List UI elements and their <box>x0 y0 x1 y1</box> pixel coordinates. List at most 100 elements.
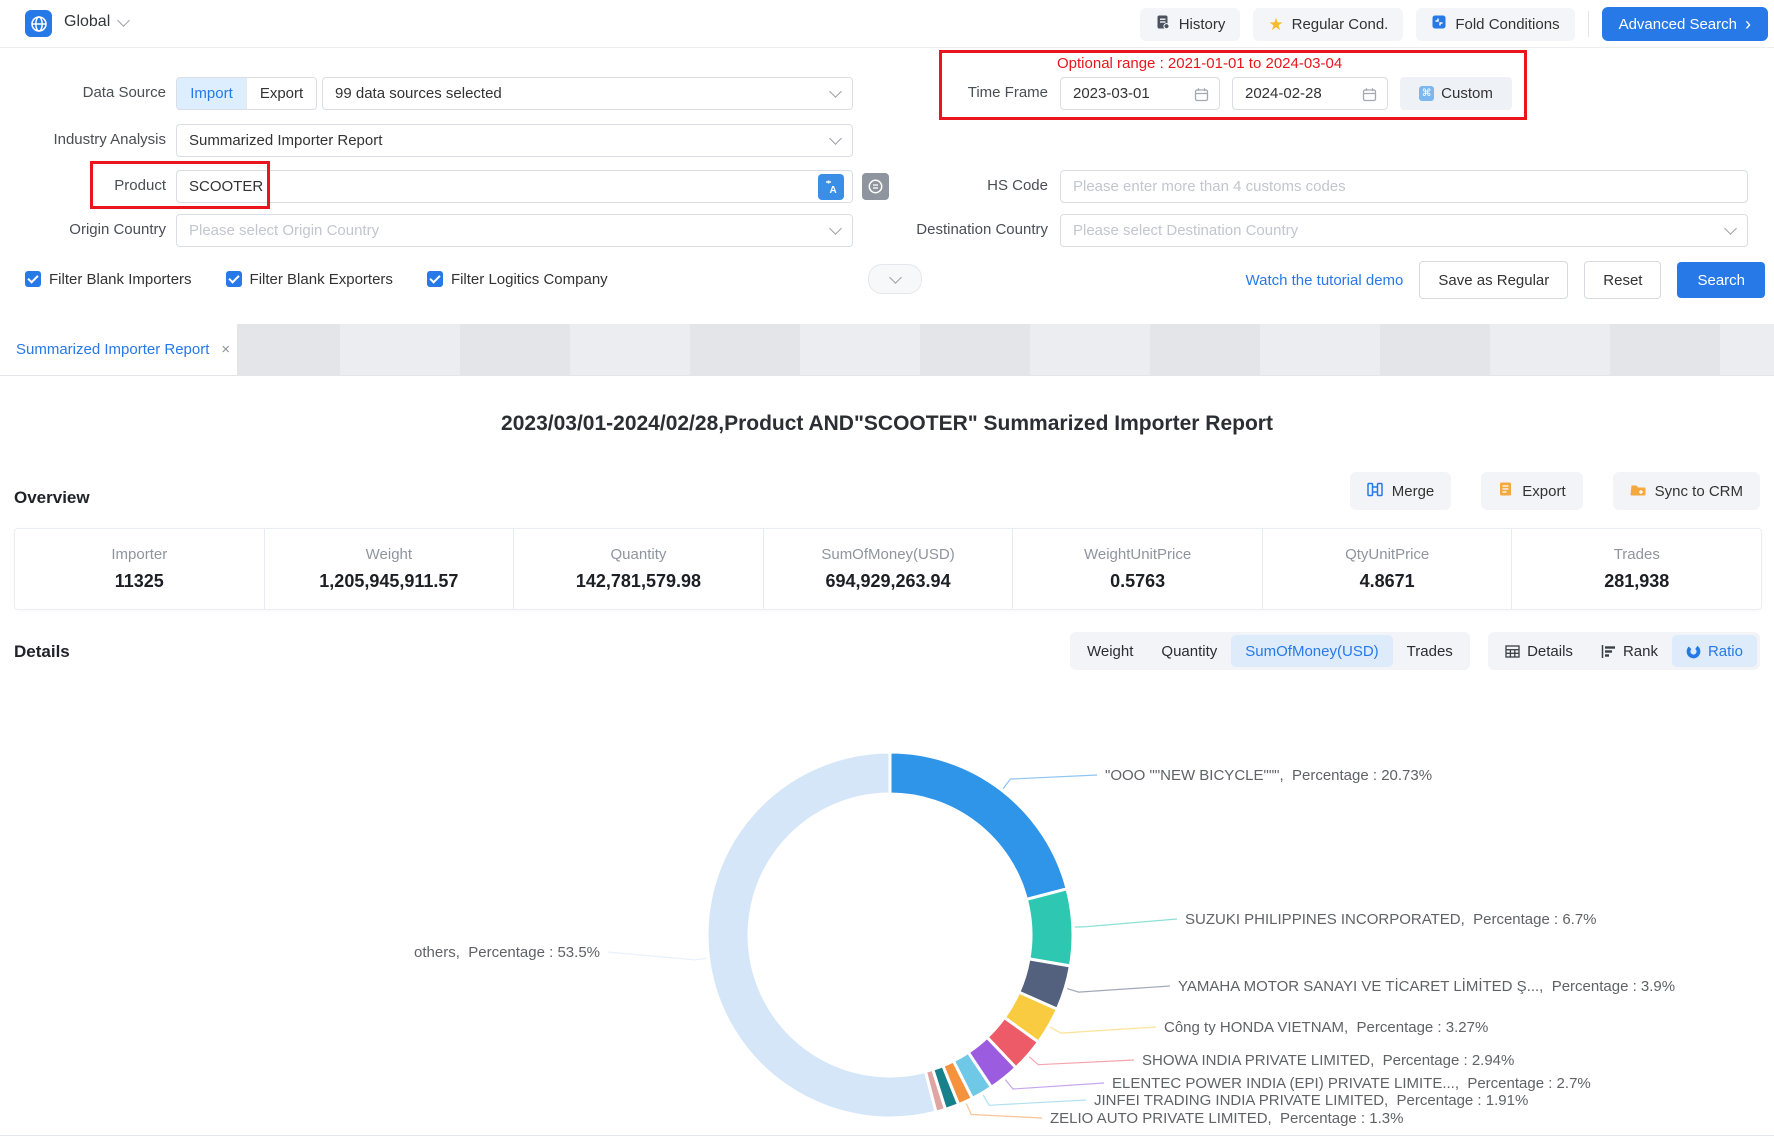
app-root: Global History ★ Regular Cond. Fold Cond… <box>0 0 1774 1139</box>
metric-tab-quantity[interactable]: Quantity <box>1147 635 1231 667</box>
checkbox-label: Filter Blank Exporters <box>250 271 393 288</box>
fold-conditions-button[interactable]: Fold Conditions <box>1416 8 1574 41</box>
data-sources-value: 99 data sources selected <box>335 85 502 102</box>
chevron-down-icon <box>1724 222 1737 235</box>
region-selector[interactable]: Global <box>64 13 128 31</box>
save-as-regular-button[interactable]: Save as Regular <box>1419 261 1568 299</box>
stat-label: SumOfMoney(USD) <box>821 546 954 563</box>
pie-label-5: SHOWA INDIA PRIVATE LIMITED, Percentage … <box>1142 1052 1514 1069</box>
pie-label-line-4 <box>1050 1027 1156 1033</box>
arrow-right-icon: › <box>1745 15 1751 33</box>
pie-label-line-2 <box>1075 919 1177 927</box>
filter-checkbox-filter-blank-importers[interactable]: Filter Blank Importers <box>25 271 192 288</box>
export-toggle[interactable]: Export <box>246 78 316 109</box>
filter-checkbox-filter-blank-exporters[interactable]: Filter Blank Exporters <box>226 271 393 288</box>
regular-cond-button[interactable]: ★ Regular Cond. <box>1253 8 1403 41</box>
view-tab-label: Rank <box>1623 643 1658 660</box>
industry-analysis-select[interactable]: Summarized Importer Report <box>176 124 853 157</box>
metric-tab-weight[interactable]: Weight <box>1073 635 1147 667</box>
pie-label-8: ZELIO AUTO PRIVATE LIMITED, Percentage :… <box>1050 1110 1403 1127</box>
fold-icon <box>1431 14 1447 34</box>
data-sources-select[interactable]: 99 data sources selected <box>322 77 853 110</box>
tab-summarized-importer-report[interactable]: Summarized Importer Report × <box>0 324 237 375</box>
view-tab-rank[interactable]: Rank <box>1587 635 1672 667</box>
close-icon[interactable]: × <box>221 341 230 358</box>
region-label: Global <box>64 13 110 31</box>
stat-label: QtyUnitPrice <box>1345 546 1429 563</box>
rank-icon <box>1601 644 1616 659</box>
view-tab-details[interactable]: Details <box>1491 635 1587 667</box>
overview-actions: Merge Export Sync to CRM <box>1350 472 1760 510</box>
industry-analysis-label: Industry Analysis <box>0 130 166 150</box>
ratio-icon <box>1686 644 1701 659</box>
pie-label-7: JINFEI TRADING INDIA PRIVATE LIMITED, Pe… <box>1094 1092 1528 1109</box>
chevron-down-icon <box>889 271 902 284</box>
stat-value: 142,781,579.98 <box>576 571 701 592</box>
view-tab-ratio[interactable]: Ratio <box>1672 635 1757 667</box>
stat-label: Quantity <box>611 546 667 563</box>
import-export-toggle: Import Export <box>176 77 317 110</box>
industry-analysis-value: Summarized Importer Report <box>189 132 382 149</box>
destination-country-select[interactable]: Please select Destination Country <box>1060 214 1748 247</box>
tab-strip: Summarized Importer Report × <box>0 324 1774 376</box>
pie-label-line-8 <box>966 1104 1042 1119</box>
metric-tab-sumofmoney-usd[interactable]: SumOfMoney(USD) <box>1231 635 1392 667</box>
overview-heading: Overview <box>14 488 90 508</box>
pie-segment-11[interactable] <box>707 752 936 1118</box>
origin-country-select[interactable]: Please select Origin Country <box>176 214 853 247</box>
hs-code-input[interactable]: Please enter more than 4 customs codes <box>1060 170 1748 203</box>
advanced-search-button[interactable]: Advanced Search › <box>1602 7 1768 41</box>
stat-label: WeightUnitPrice <box>1084 546 1191 563</box>
pie-label-line-11 <box>608 952 707 960</box>
search-button[interactable]: Search <box>1677 262 1765 298</box>
reset-button[interactable]: Reset <box>1584 261 1661 299</box>
filter-checkbox-filter-logitics-company[interactable]: Filter Logitics Company <box>427 271 608 288</box>
similar-search-icon[interactable] <box>862 173 889 200</box>
history-label: History <box>1179 16 1226 33</box>
checkbox-checked-icon <box>25 271 41 287</box>
export-button[interactable]: Export <box>1481 472 1582 510</box>
table-top-border <box>0 1135 1774 1136</box>
view-tab-label: Details <box>1527 643 1573 660</box>
stat-weightunitprice: WeightUnitPrice0.5763 <box>1012 529 1262 609</box>
pie-label-line-1 <box>1003 775 1097 789</box>
pie-label-2: SUZUKI PHILIPPINES INCORPORATED, Percent… <box>1185 911 1597 928</box>
sync-to-crm-label: Sync to CRM <box>1655 483 1743 500</box>
pie-segment-1[interactable] <box>890 752 1067 899</box>
tutorial-demo-link[interactable]: Watch the tutorial demo <box>1246 272 1404 289</box>
chevron-down-icon <box>829 132 842 145</box>
metric-tab-trades[interactable]: Trades <box>1393 635 1467 667</box>
history-button[interactable]: History <box>1140 8 1241 41</box>
custom-range-button[interactable]: ⌘ Custom <box>1400 77 1512 110</box>
stat-value: 4.8671 <box>1360 571 1415 592</box>
hs-code-placeholder: Please enter more than 4 customs codes <box>1073 178 1346 195</box>
expand-conditions-button[interactable] <box>868 264 922 294</box>
stat-value: 11325 <box>115 571 164 592</box>
checkbox-checked-icon <box>427 271 443 287</box>
export-doc-icon <box>1498 481 1513 501</box>
star-icon: ★ <box>1268 16 1283 33</box>
sync-to-crm-button[interactable]: Sync to CRM <box>1613 472 1760 510</box>
topbar-divider <box>1588 11 1589 37</box>
date-end-input[interactable]: 2024-02-28 <box>1232 77 1388 110</box>
checkbox-row: Filter Blank Importers Filter Blank Expor… <box>25 264 608 294</box>
time-frame-label: Time Frame <box>900 83 1048 103</box>
product-input[interactable]: SCOOTER A <box>176 170 853 203</box>
date-start-input[interactable]: 2023-03-01 <box>1060 77 1220 110</box>
globe-logo-icon[interactable] <box>25 10 52 37</box>
checkbox-label: Filter Blank Importers <box>49 271 192 288</box>
form-action-row: Watch the tutorial demo Save as Regular … <box>1246 262 1765 298</box>
merge-button[interactable]: Merge <box>1350 472 1452 510</box>
export-label: Export <box>1522 483 1565 500</box>
import-toggle[interactable]: Import <box>177 78 246 109</box>
overview-stats: Importer11325Weight1,205,945,911.57Quant… <box>14 528 1762 610</box>
optional-range-note: Optional range : 2021-01-01 to 2024-03-0… <box>1057 55 1342 72</box>
stat-importer: Importer 11325 <box>15 529 264 609</box>
translate-icon[interactable]: A <box>818 174 844 200</box>
crm-folder-icon <box>1630 482 1646 501</box>
advanced-search-label: Advanced Search <box>1619 16 1737 33</box>
pie-segment-2[interactable] <box>1026 889 1073 966</box>
chevron-down-icon <box>829 222 842 235</box>
chevron-down-icon <box>117 14 130 27</box>
stat-label: Importer <box>111 546 167 563</box>
